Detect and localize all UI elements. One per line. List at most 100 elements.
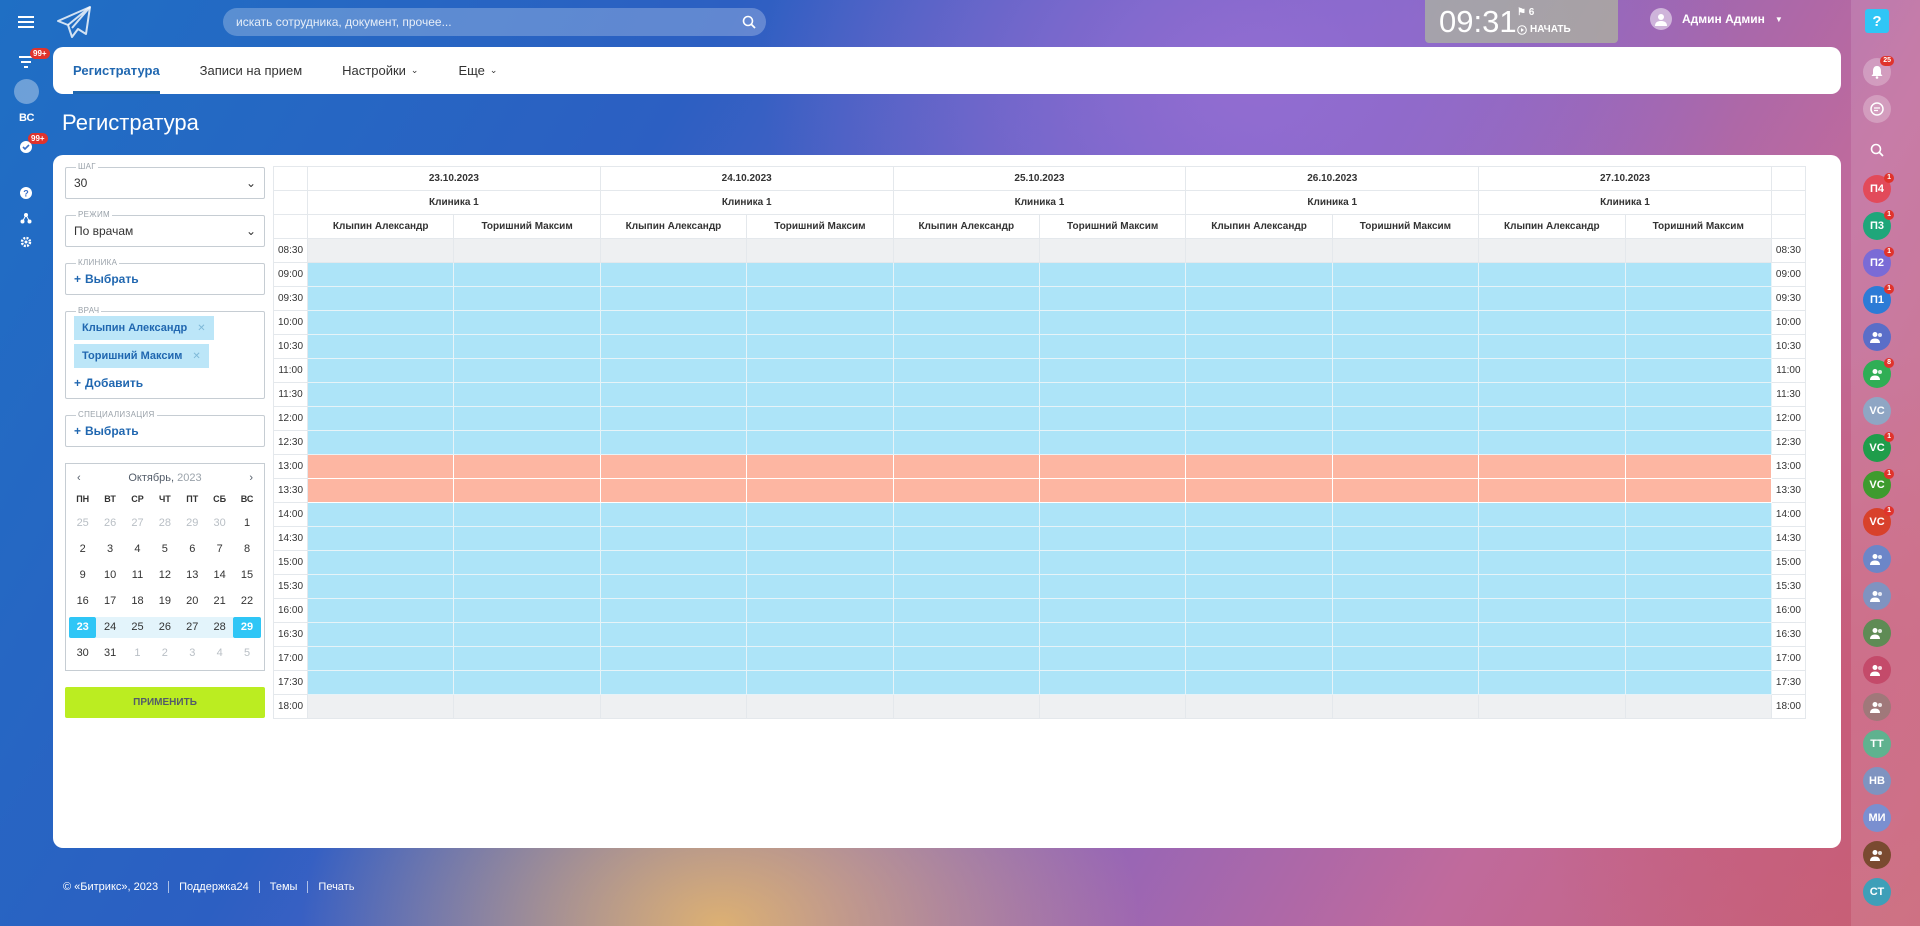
slot-free[interactable] xyxy=(1185,358,1333,383)
slot-free[interactable] xyxy=(746,526,894,551)
calendar-day[interactable]: 11 xyxy=(124,565,151,586)
slot-free[interactable] xyxy=(1331,526,1480,551)
slot-free[interactable] xyxy=(1478,622,1626,647)
slot-free[interactable] xyxy=(746,406,894,431)
slot-free[interactable] xyxy=(1185,310,1333,335)
slot-free[interactable] xyxy=(1478,550,1626,575)
slot-free[interactable] xyxy=(892,334,1040,359)
slot-free[interactable] xyxy=(1038,526,1187,551)
slot-free[interactable] xyxy=(453,670,601,695)
slot-free[interactable] xyxy=(599,430,748,455)
slot-free[interactable] xyxy=(453,550,601,575)
slot-free[interactable] xyxy=(599,670,748,695)
calendar-day[interactable]: 26 xyxy=(151,617,179,638)
contact-avatar[interactable]: П1 1 xyxy=(1863,284,1894,314)
slot-free[interactable] xyxy=(746,334,894,359)
slot-free[interactable] xyxy=(306,550,455,575)
slot-free[interactable] xyxy=(453,334,601,359)
slot-free[interactable] xyxy=(306,430,455,455)
slot-free[interactable] xyxy=(892,430,1040,455)
calendar-day[interactable]: 20 xyxy=(179,591,206,612)
slot-free[interactable] xyxy=(599,286,748,311)
slot-free[interactable] xyxy=(1038,574,1187,599)
calendar-day[interactable]: 1 xyxy=(233,513,260,534)
slot-free[interactable] xyxy=(1331,598,1480,623)
calendar-day[interactable]: 30 xyxy=(69,643,96,664)
doctor-add-link[interactable]: + Добавить xyxy=(66,368,264,398)
slot-free[interactable] xyxy=(746,310,894,335)
contact-avatar[interactable]: П3 1 xyxy=(1863,210,1894,240)
footer-link-support[interactable]: Поддержка24 xyxy=(169,881,260,893)
slot-free[interactable] xyxy=(1038,406,1187,431)
calendar-day[interactable]: 30 xyxy=(206,513,233,534)
slot-free[interactable] xyxy=(1331,286,1480,311)
slot-free[interactable] xyxy=(453,622,601,647)
slot-free[interactable] xyxy=(746,598,894,623)
slot-free[interactable] xyxy=(599,502,748,527)
slot-free[interactable] xyxy=(746,670,894,695)
slot-free[interactable] xyxy=(453,358,601,383)
step-field[interactable]: ШАГ 30 ⌄ xyxy=(65,162,265,199)
slot-free[interactable] xyxy=(599,262,748,287)
calendar-day[interactable]: 10 xyxy=(96,565,123,586)
slot-free[interactable] xyxy=(1624,310,1772,335)
slot-free[interactable] xyxy=(599,382,748,407)
slot-free[interactable] xyxy=(1038,670,1187,695)
slot-free[interactable] xyxy=(746,430,894,455)
slot-free[interactable] xyxy=(599,646,748,671)
slot-free[interactable] xyxy=(1478,574,1626,599)
calendar-day[interactable]: 18 xyxy=(124,591,151,612)
group-avatar-icon[interactable]: 8 xyxy=(1863,358,1894,388)
help-icon[interactable]: ? xyxy=(14,181,38,205)
slot-free[interactable] xyxy=(1478,358,1626,383)
notifications-bell-icon[interactable]: 25 xyxy=(1863,56,1894,86)
calendar-day[interactable]: 25 xyxy=(123,617,152,638)
chat-icon[interactable] xyxy=(1863,95,1891,123)
contact-avatar[interactable]: СТ xyxy=(1863,878,1891,906)
menu-icon[interactable] xyxy=(14,10,38,34)
calendar-day[interactable]: 3 xyxy=(179,643,206,664)
slot-free[interactable] xyxy=(1185,406,1333,431)
mode-field[interactable]: РЕЖИМ По врачам ⌄ xyxy=(65,210,265,247)
contact-avatar[interactable]: VC 1 xyxy=(1863,432,1894,462)
slot-free[interactable] xyxy=(453,406,601,431)
slot-free[interactable] xyxy=(306,670,455,695)
calendar-day[interactable]: 21 xyxy=(206,591,233,612)
slot-free[interactable] xyxy=(1478,430,1626,455)
group-label[interactable]: ВС xyxy=(19,112,34,124)
contact-avatar[interactable]: МИ xyxy=(1863,804,1891,832)
calendar-day[interactable]: 25 xyxy=(69,513,96,534)
calendar-day[interactable]: 22 xyxy=(233,591,260,612)
slot-free[interactable] xyxy=(1624,550,1772,575)
slot-free[interactable] xyxy=(1038,550,1187,575)
calendar-day[interactable]: 5 xyxy=(233,643,260,664)
tab-settings[interactable]: Настройки ⌄ xyxy=(342,47,438,94)
slot-free[interactable] xyxy=(892,358,1040,383)
slot-free[interactable] xyxy=(1185,574,1333,599)
slot-free[interactable] xyxy=(1624,526,1772,551)
slot-free[interactable] xyxy=(453,502,601,527)
slot-free[interactable] xyxy=(599,574,748,599)
slot-free[interactable] xyxy=(306,406,455,431)
slot-free[interactable] xyxy=(599,598,748,623)
slot-free[interactable] xyxy=(306,598,455,623)
contact-avatar[interactable]: VC 1 xyxy=(1863,506,1894,536)
slot-free[interactable] xyxy=(892,646,1040,671)
tasks-icon[interactable]: 99+ xyxy=(14,133,48,159)
slot-free[interactable] xyxy=(1185,502,1333,527)
slot-free[interactable] xyxy=(1478,670,1626,695)
group-avatar-icon[interactable] xyxy=(1863,582,1891,610)
avatar[interactable] xyxy=(14,79,39,104)
chevron-right-icon[interactable]: › xyxy=(249,472,253,484)
slot-free[interactable] xyxy=(1624,406,1772,431)
calendar-month-year[interactable]: Октябрь, 2023 xyxy=(128,472,201,484)
bitrix-logo-icon[interactable] xyxy=(54,4,94,40)
slot-free[interactable] xyxy=(1185,286,1333,311)
calendar-day[interactable]: 28 xyxy=(151,513,178,534)
contact-avatar[interactable]: VC 1 xyxy=(1863,469,1894,499)
slot-free[interactable] xyxy=(1624,502,1772,527)
calendar-day[interactable]: 15 xyxy=(233,565,260,586)
user-menu[interactable]: Админ Админ ▼ xyxy=(1650,8,1783,30)
close-icon[interactable]: ✕ xyxy=(192,351,200,362)
group-avatar-icon[interactable] xyxy=(1863,323,1891,351)
